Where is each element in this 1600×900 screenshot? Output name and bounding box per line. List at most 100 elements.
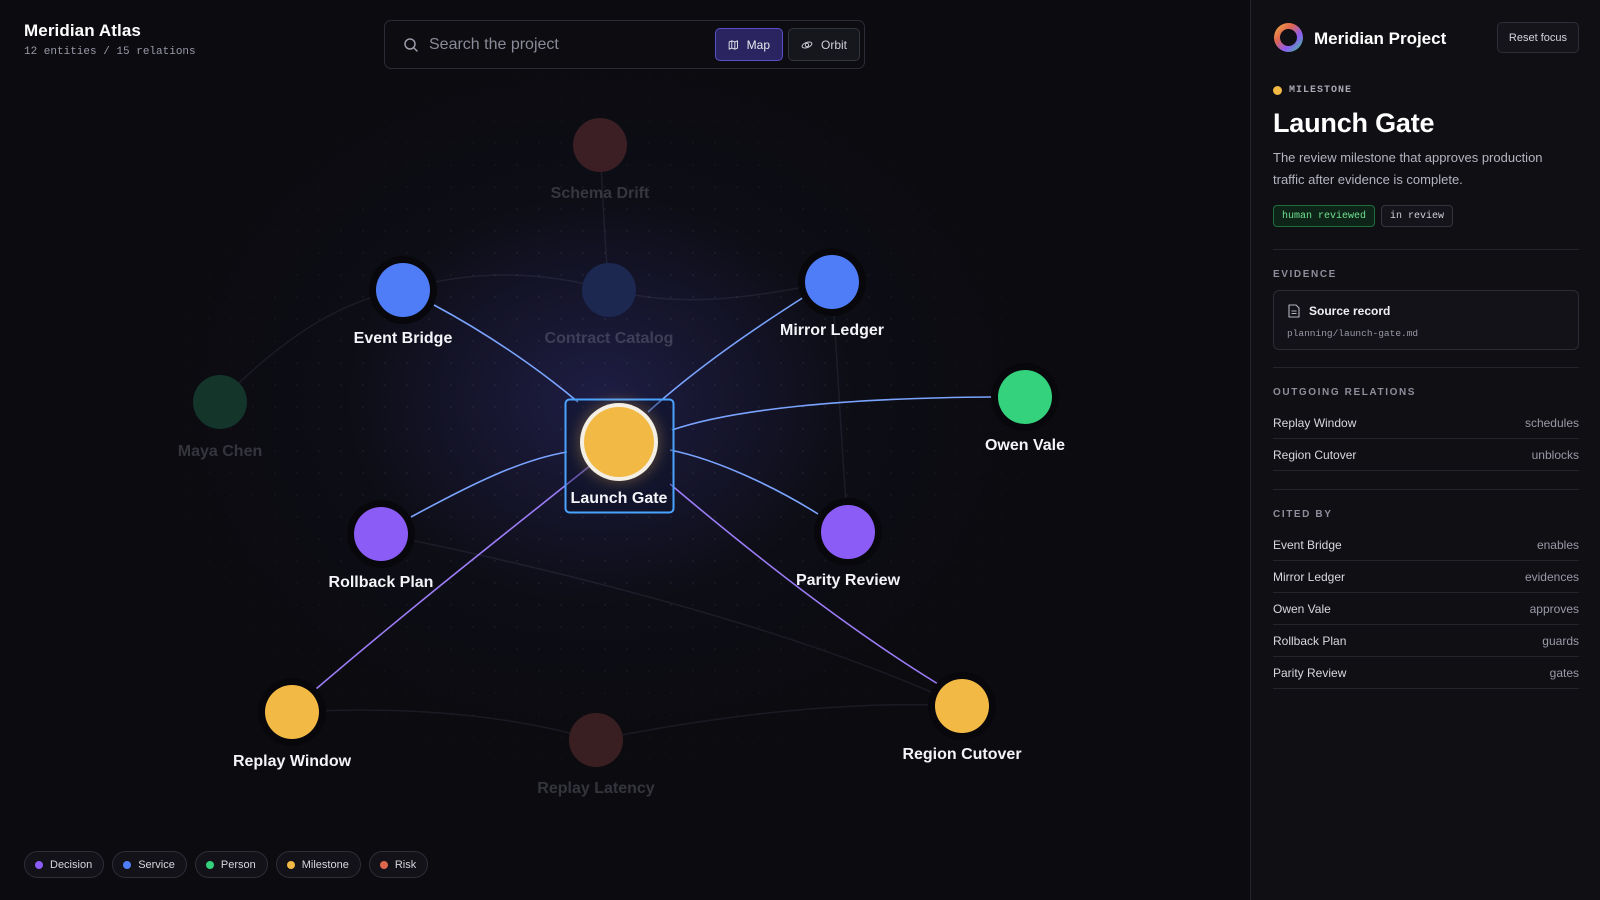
service-dot-icon: [123, 860, 132, 869]
project-logo-icon: [1274, 23, 1303, 52]
relation-type: unblocks: [1531, 447, 1579, 462]
node-maya-chen[interactable]: Maya Chen: [178, 375, 262, 460]
relation-row[interactable]: Region Cutover unblocks: [1273, 439, 1579, 471]
node-label: Contract Catalog: [545, 330, 674, 347]
node-event-bridge[interactable]: Event Bridge: [354, 256, 453, 347]
map-icon: [728, 39, 738, 50]
search-input[interactable]: [429, 31, 699, 59]
details-panel: Meridian Project Reset focus MILESTONE L…: [1250, 0, 1600, 900]
outgoing-relations-list: Replay Window schedules Region Cutover u…: [1273, 407, 1579, 471]
relation-source: Rollback Plan: [1273, 633, 1347, 648]
legend-person[interactable]: Person: [194, 851, 268, 878]
legend-service[interactable]: Service: [112, 851, 187, 878]
node-schema-drift[interactable]: Schema Drift: [551, 118, 650, 202]
relationship-graph[interactable]: Schema Drift Contract Catalog Maya Chen …: [0, 0, 1250, 900]
edge-replay-latency-region-cutover: [595, 703, 963, 741]
orbit-icon: [801, 41, 813, 48]
edge-mirror-ledger-parity-review: [831, 281, 849, 533]
node-parity-review[interactable]: Parity Review: [796, 498, 901, 589]
node-label: Launch Gate: [571, 490, 668, 507]
map-view-button[interactable]: Map: [715, 28, 783, 61]
project-title: Meridian Project: [1314, 29, 1447, 48]
relation-target: Replay Window: [1273, 415, 1357, 430]
node-label: Rollback Plan: [329, 574, 434, 591]
relation-row[interactable]: Event Bridge enables: [1273, 529, 1579, 561]
entity-description: The review milestone that approves produ…: [1273, 150, 1543, 187]
legend-label: Service: [138, 858, 175, 871]
divider: [1273, 249, 1579, 250]
relation-row[interactable]: Replay Window schedules: [1273, 407, 1579, 439]
edge-replay-window-replay-latency: [291, 709, 597, 741]
relation-type: evidences: [1524, 569, 1579, 584]
node-contract-catalog[interactable]: Contract Catalog: [545, 263, 674, 347]
node-launch-gate[interactable]: Launch Gate: [564, 398, 675, 514]
edge-parity-review-launch-gate: [669, 449, 819, 515]
node-label: Maya Chen: [178, 443, 262, 460]
entity-title: Launch Gate: [1273, 108, 1435, 138]
node-owen-vale[interactable]: Owen Vale: [985, 363, 1065, 454]
relation-type: approves: [1529, 601, 1579, 616]
legend: Decision Service Person Milestone Risk: [24, 851, 429, 878]
graph-canvas[interactable]: Schema Drift Contract Catalog Maya Chen …: [0, 0, 1250, 900]
map-view-label: Map: [746, 37, 770, 52]
entity-type-badge: MILESTONE: [1273, 85, 1352, 96]
edge-rollback-plan-region-cutover: [380, 533, 963, 707]
relation-row[interactable]: Owen Vale approves: [1273, 593, 1579, 625]
legend-label: Risk: [394, 858, 417, 871]
entity-type-label: MILESTONE: [1289, 85, 1353, 96]
legend-label: Person: [220, 858, 256, 871]
relation-type: guards: [1542, 633, 1579, 648]
cited-by-list: Event Bridge enables Mirror Ledger evide…: [1273, 529, 1579, 689]
relation-source: Mirror Ledger: [1273, 569, 1346, 584]
relation-row[interactable]: Parity Review gates: [1273, 657, 1579, 689]
entity-tags: human reviewed in review: [1273, 205, 1454, 227]
orbit-view-button[interactable]: Orbit: [788, 28, 860, 61]
search-bar: Map Orbit: [384, 20, 865, 69]
milestone-dot-icon: [1273, 86, 1282, 95]
legend-milestone[interactable]: Milestone: [275, 851, 361, 878]
legend-label: Milestone: [301, 858, 349, 871]
edge-event-bridge-launch-gate: [433, 304, 579, 403]
edge-owen-vale-launch-gate: [671, 396, 993, 431]
node-label: Region Cutover: [902, 746, 1021, 763]
node-label: Replay Latency: [537, 780, 654, 797]
status-badge: in review: [1381, 205, 1454, 227]
relation-type: gates: [1549, 665, 1579, 680]
node-mirror-ledger[interactable]: Mirror Ledger: [780, 248, 884, 339]
person-dot-icon: [205, 860, 214, 869]
decision-dot-icon: [35, 860, 43, 869]
node-replay-latency[interactable]: Replay Latency: [537, 713, 655, 797]
legend-label: Decision: [50, 858, 93, 871]
evidence-title: Source record: [1309, 304, 1391, 318]
relation-row[interactable]: Mirror Ledger evidences: [1273, 561, 1579, 593]
node-label: Parity Review: [796, 572, 901, 589]
relation-source: Parity Review: [1273, 665, 1347, 680]
relation-source: Owen Vale: [1273, 601, 1331, 616]
legend-risk[interactable]: Risk: [368, 851, 429, 878]
outgoing-relations-heading: OUTGOING RELATIONS: [1273, 387, 1417, 398]
node-region-cutover[interactable]: Region Cutover: [902, 672, 1022, 763]
milestone-dot-icon: [286, 860, 295, 869]
evidence-card[interactable]: Source record planning/launch-gate.md: [1273, 290, 1579, 350]
app-title-block: Meridian Atlas 12 entities / 15 relation…: [24, 21, 196, 58]
evidence-heading: EVIDENCE: [1273, 269, 1337, 280]
relation-target: Region Cutover: [1273, 447, 1357, 462]
edge-mirror-ledger-launch-gate: [647, 296, 805, 413]
node-label: Mirror Ledger: [780, 322, 884, 339]
risk-dot-icon: [379, 860, 388, 869]
node-label: Event Bridge: [354, 330, 453, 347]
node-replay-window[interactable]: Replay Window: [233, 678, 352, 770]
node-label: Schema Drift: [551, 185, 650, 202]
divider: [1273, 489, 1579, 490]
cited-by-heading: CITED BY: [1273, 509, 1333, 520]
orbit-view-label: Orbit: [820, 37, 847, 52]
search-icon: [404, 38, 418, 52]
relation-row[interactable]: Rollback Plan guards: [1273, 625, 1579, 657]
reset-focus-button[interactable]: Reset focus: [1496, 22, 1579, 53]
relation-type: enables: [1536, 537, 1579, 552]
app-title: Meridian Atlas: [24, 21, 141, 40]
legend-decision[interactable]: Decision: [24, 851, 105, 878]
node-label: Owen Vale: [985, 437, 1065, 454]
relation-source: Event Bridge: [1273, 537, 1342, 552]
edge-rollback-plan-launch-gate: [410, 451, 568, 518]
